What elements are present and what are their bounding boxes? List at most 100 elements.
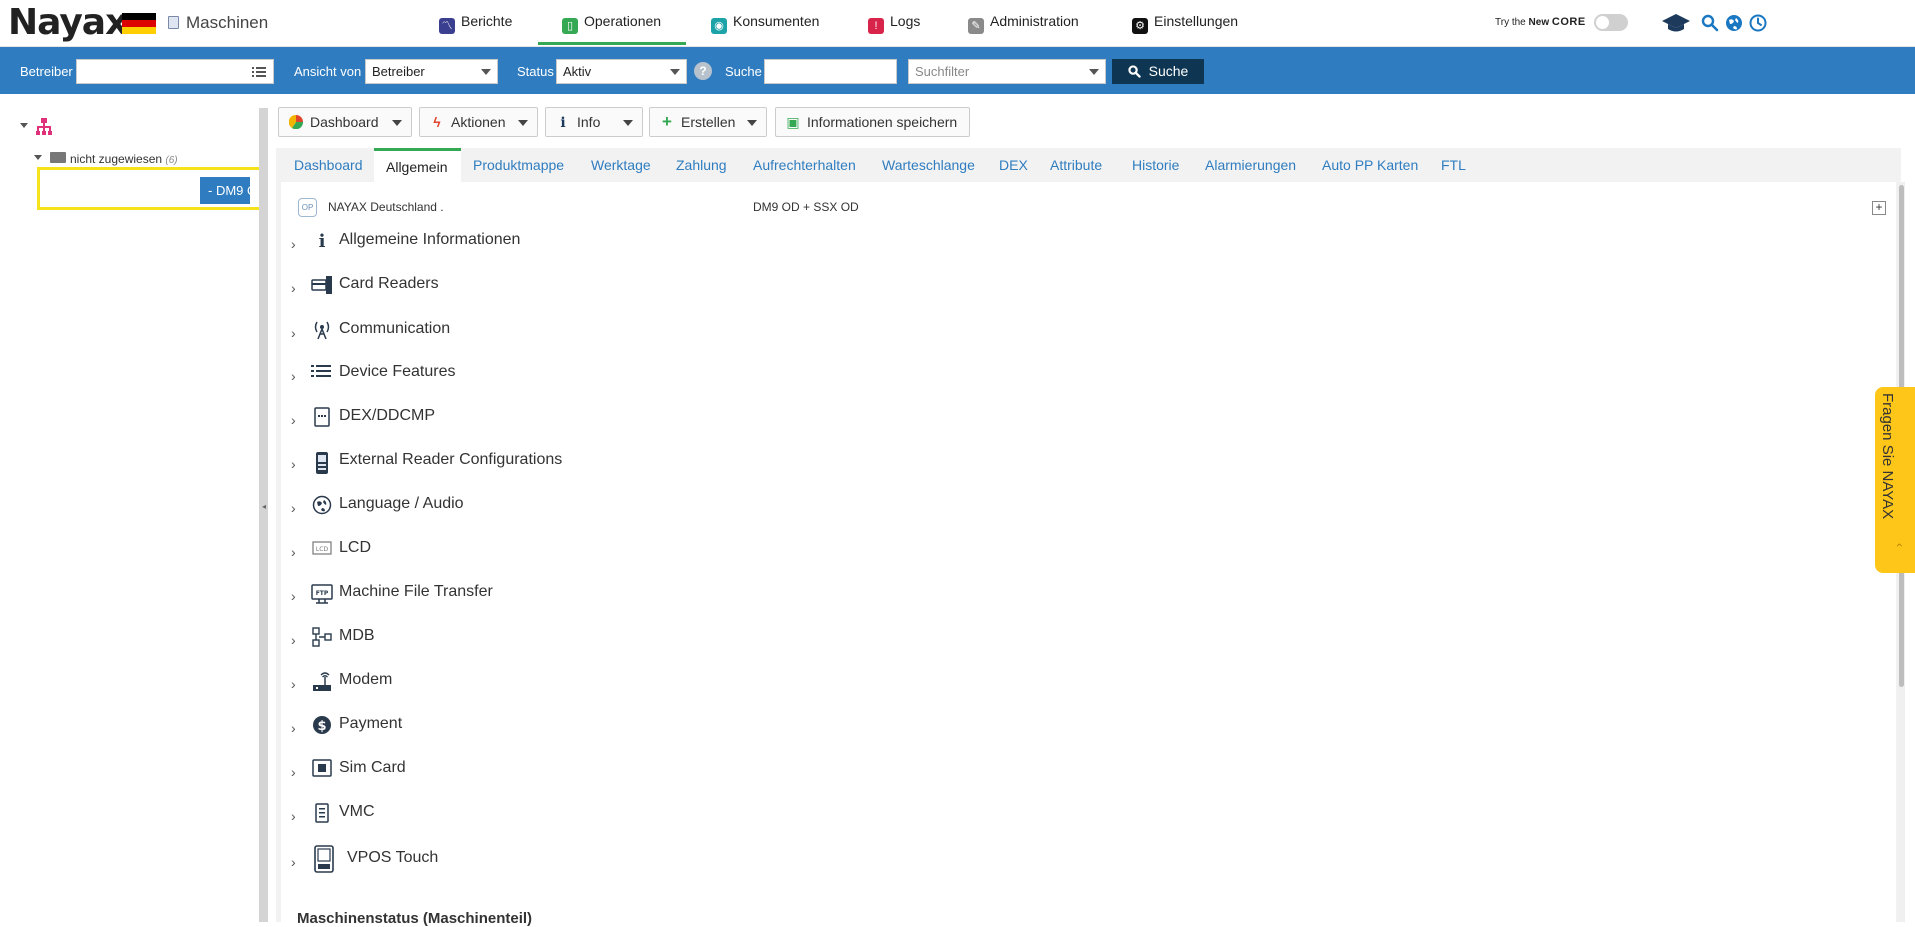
tab-warteschlange[interactable]: Warteschlange	[882, 157, 975, 173]
ask-nayax-tab[interactable]: Fragen Sie NAYAX ‹	[1875, 387, 1915, 573]
chevron-right-icon: ›	[291, 808, 296, 824]
try-core-toggle[interactable]	[1594, 14, 1628, 31]
filter-bar: Betreiber Ansicht von Betreiber Status A…	[0, 47, 1915, 94]
globe-audio-icon	[311, 495, 333, 517]
section-language-audio[interactable]: › Language / Audio	[291, 493, 891, 523]
tree-selected-machine[interactable]: - DM9 O	[200, 177, 250, 204]
chevron-down-icon	[670, 69, 680, 75]
save-icon: ▣	[786, 114, 800, 130]
actions-dropdown-button[interactable]: ϟ Aktionen	[419, 107, 538, 137]
search-filter-select[interactable]: Suchfilter	[908, 59, 1106, 84]
tree-collapse-caret[interactable]	[20, 123, 28, 128]
tab-alarmierungen[interactable]: Alarmierungen	[1205, 157, 1296, 173]
info-icon: i	[318, 231, 326, 252]
reports-icon: 〽	[439, 18, 455, 34]
save-info-button[interactable]: ▣ Informationen speichern	[775, 107, 970, 137]
tab-auto-pp-karten[interactable]: Auto PP Karten	[1322, 157, 1418, 173]
pie-chart-icon	[288, 108, 304, 136]
chevron-right-icon: ›	[291, 588, 296, 604]
search-input[interactable]	[764, 59, 897, 84]
section-device-features[interactable]: › Device Features	[291, 361, 891, 391]
active-nav-indicator	[538, 42, 686, 45]
collapse-left-icon[interactable]: ◂	[262, 502, 266, 511]
section-card-readers[interactable]: › Card Readers	[291, 273, 891, 303]
section-lcd[interactable]: › LCD LCD	[291, 537, 891, 567]
chevron-down-icon	[623, 120, 633, 126]
tab-zahlung[interactable]: Zahlung	[676, 157, 727, 173]
tab-dashboard[interactable]: Dashboard	[294, 157, 363, 173]
vmc-icon	[311, 803, 333, 825]
search-button[interactable]: Suche	[1112, 59, 1204, 84]
tab-historie[interactable]: Historie	[1132, 157, 1179, 173]
administration-icon: ✎	[968, 18, 984, 34]
nayax-logo[interactable]: Nayax	[8, 2, 128, 43]
section-mdb[interactable]: › MDB	[291, 625, 891, 655]
info-dropdown-button[interactable]: i Info	[545, 107, 643, 137]
machine-page-icon	[168, 16, 179, 29]
nav-logs[interactable]: ! Logs	[868, 13, 920, 34]
section-vpos-touch[interactable]: › VPOS Touch	[291, 845, 891, 877]
section-modem[interactable]: › Modem	[291, 669, 891, 699]
chevron-down-icon	[747, 120, 757, 126]
search-label: Suche	[725, 64, 762, 79]
list-icon[interactable]	[252, 66, 266, 78]
tab-ftl[interactable]: FTL	[1441, 157, 1466, 173]
machine-operator: NAYAX Deutschland .	[328, 200, 444, 214]
svg-text:LCD: LCD	[316, 546, 329, 553]
dashboard-dropdown-button[interactable]: Dashboard	[278, 107, 412, 137]
germany-flag-icon[interactable]	[122, 13, 156, 34]
section-payment[interactable]: › $ Payment	[291, 713, 891, 743]
section-dex-ddcmp[interactable]: › DEX/DDCMP	[291, 405, 891, 435]
globe-icon[interactable]	[1725, 14, 1743, 32]
chevron-right-icon: ›	[291, 676, 296, 692]
tab-aufrechterhalten[interactable]: Aufrechterhalten	[753, 157, 856, 173]
section-external-reader-configurations[interactable]: › External Reader Configurations	[291, 449, 891, 479]
plus-icon: +	[662, 112, 672, 131]
nav-berichte[interactable]: 〽 Berichte	[439, 13, 512, 34]
tab-werktage[interactable]: Werktage	[591, 157, 651, 173]
card-reader-icon	[311, 275, 333, 297]
chevron-right-icon: ›	[291, 764, 296, 780]
section-communication[interactable]: › Communication	[291, 318, 891, 348]
folder-collapse-caret[interactable]	[34, 155, 42, 160]
tab-dex[interactable]: DEX	[999, 157, 1028, 173]
tab-allgemein[interactable]: Allgemein	[374, 148, 461, 182]
section-machine-file-transfer[interactable]: › FTP Machine File Transfer	[291, 581, 891, 611]
chevron-down-icon	[1089, 69, 1099, 75]
panel-splitter[interactable]	[259, 108, 268, 922]
operator-label: Betreiber	[20, 64, 73, 79]
nav-administration[interactable]: ✎ Administration	[968, 13, 1079, 34]
feature-list-icon	[311, 363, 333, 385]
ftp-icon: FTP	[311, 583, 333, 605]
nav-konsumenten[interactable]: ◉ Konsumenten	[711, 13, 819, 34]
chevron-right-icon: ›	[291, 280, 296, 296]
operator-input[interactable]	[76, 59, 274, 84]
search-icon[interactable]	[1701, 14, 1719, 32]
section-allgemeine-informationen[interactable]: › i Allgemeine Informationen	[291, 229, 891, 259]
clock-icon[interactable]	[1749, 14, 1767, 32]
hierarchy-icon[interactable]	[36, 118, 52, 136]
nav-operationen[interactable]: ▯ Operationen	[562, 13, 661, 34]
help-icon[interactable]: ?	[694, 62, 712, 80]
view-label: Ansicht von	[294, 64, 362, 79]
folder-open-icon	[50, 152, 66, 163]
tree-folder-unassigned[interactable]: nicht zugewiesen (6)	[70, 152, 178, 166]
section-vmc[interactable]: › VMC	[291, 801, 891, 831]
expand-all-icon[interactable]: +	[1872, 201, 1886, 215]
tab-produktmappe[interactable]: Produktmappe	[473, 157, 564, 173]
chevron-down-icon	[481, 69, 491, 75]
graduation-cap-icon[interactable]	[1661, 12, 1691, 34]
sim-card-icon	[311, 759, 333, 781]
machine-status-heading: Maschinenstatus (Maschinenteil)	[297, 910, 533, 927]
page-title: Maschinen	[186, 13, 269, 32]
nav-einstellungen[interactable]: ⚙ Einstellungen	[1132, 13, 1238, 34]
consumers-icon: ◉	[711, 18, 727, 34]
dex-icon	[311, 407, 333, 429]
chevron-right-icon: ›	[291, 412, 296, 428]
status-select[interactable]: Aktiv	[556, 59, 687, 84]
tab-attribute[interactable]: Attribute	[1050, 157, 1102, 173]
top-header: Nayax Maschinen 〽 Berichte ▯ Operationen ◉…	[0, 0, 1915, 47]
section-sim-card[interactable]: › Sim Card	[291, 757, 891, 787]
view-select[interactable]: Betreiber	[365, 59, 498, 84]
create-dropdown-button[interactable]: + Erstellen	[649, 107, 767, 137]
